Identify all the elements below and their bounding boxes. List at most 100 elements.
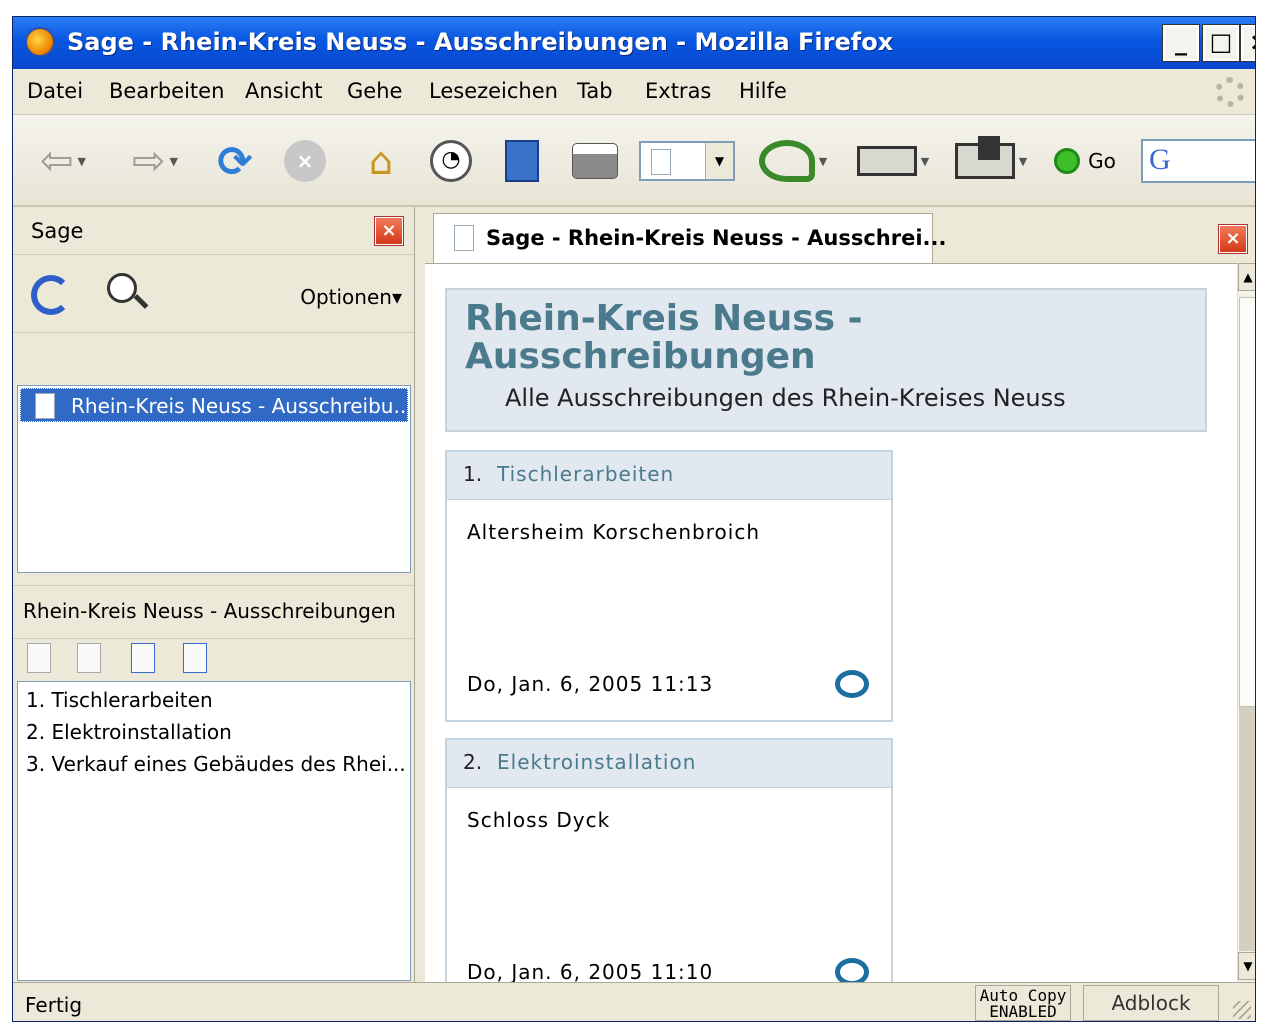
menu-bearbeiten[interactable]: Bearbeiten [109, 79, 224, 103]
scrollbar-thumb[interactable] [1239, 297, 1255, 707]
comment-icon[interactable] [835, 958, 869, 982]
save-button[interactable]: ▼ [951, 135, 1031, 187]
google-search-box[interactable]: G [1141, 135, 1255, 187]
bookmarks-button[interactable] [497, 135, 547, 187]
refresh-feeds-icon[interactable] [31, 275, 71, 315]
sync-button[interactable]: ▼ [753, 135, 833, 187]
menu-gehe[interactable]: Gehe [347, 79, 402, 103]
item-date: Do, Jan. 6, 2005 11:10 [467, 960, 714, 982]
feed-list[interactable]: Rhein-Kreis Neuss - Ausschreibu... [17, 385, 411, 573]
reload-button[interactable]: ⟳ [209, 135, 261, 187]
throbber-icon [1215, 77, 1245, 107]
close-window-button[interactable]: × [1240, 24, 1255, 62]
feed-item-selected[interactable]: Rhein-Kreis Neuss - Ausschreibu... [20, 388, 408, 422]
feed-title-bar: Rhein-Kreis Neuss - Ausschreibungen [13, 585, 414, 639]
tab-label: Sage - Rhein-Kreis Neuss - Ausschrei... [486, 226, 947, 250]
stop-icon: × [284, 140, 326, 182]
scroll-down-button[interactable]: ▼ [1238, 952, 1255, 980]
mark-read-icon[interactable] [27, 643, 51, 673]
sage-sidebar: Sage × Optionen▾ Rhein-Kreis Neuss - Aus… [13, 207, 415, 982]
search-icon[interactable] [107, 273, 137, 303]
scrollbar-track[interactable] [1239, 707, 1255, 951]
browser-window: Sage - Rhein-Kreis Neuss - Ausschreibung… [12, 16, 1256, 1022]
page-icon [651, 149, 671, 175]
forward-button[interactable]: ⇨ ▼ [115, 135, 195, 187]
feed-heading: Rhein-Kreis Neuss - Ausschreibungen [465, 300, 863, 376]
reload-icon: ⟳ [217, 136, 253, 186]
chevron-down-icon: ▼ [705, 143, 733, 179]
card-header: 1. Tischlerarbeiten [447, 452, 891, 500]
feed-header: Rhein-Kreis Neuss - Ausschreibungen Alle… [445, 288, 1207, 432]
close-sidebar-button[interactable]: × [374, 216, 404, 246]
go-button[interactable]: Go [1047, 135, 1123, 187]
scroll-up-button[interactable]: ▲ [1238, 263, 1255, 291]
status-text: Fertig [25, 993, 83, 1017]
sync-arrow-icon [758, 140, 815, 182]
back-arrow-icon: ⇦ [40, 138, 74, 184]
options-menu[interactable]: Optionen▾ [300, 285, 402, 309]
vertical-scrollbar[interactable]: ▲ ▼ [1237, 263, 1255, 982]
google-icon: G [1149, 143, 1171, 176]
resize-grip-icon[interactable] [1233, 1001, 1251, 1019]
print-button[interactable] [569, 135, 621, 187]
card-header: 2. Elektroinstallation [447, 740, 891, 788]
feed-icon [35, 393, 55, 419]
back-button[interactable]: ⇦ ▼ [23, 135, 103, 187]
content-area: Sage - Rhein-Kreis Neuss - Ausschrei... … [425, 207, 1255, 982]
feed-items-list[interactable]: 1. Tischlerarbeiten 2. Elektroinstallati… [17, 681, 411, 981]
menu-datei[interactable]: Datei [27, 79, 83, 103]
menu-ansicht[interactable]: Ansicht [245, 79, 323, 103]
list-icon[interactable] [183, 643, 207, 673]
menu-hilfe[interactable]: Hilfe [739, 79, 787, 103]
list-item[interactable]: 2. Elektroinstallation [26, 720, 232, 744]
list-item[interactable]: 3. Verkauf eines Gebäudes des Rhei... [26, 752, 406, 776]
feed-item-card: 1. Tischlerarbeiten Altersheim Korschenb… [445, 450, 893, 722]
item-title-link[interactable]: Tischlerarbeiten [497, 462, 674, 486]
tab-sage[interactable]: Sage - Rhein-Kreis Neuss - Ausschrei... [433, 213, 946, 263]
menu-tab[interactable]: Tab [577, 79, 613, 103]
menu-extras[interactable]: Extras [645, 79, 711, 103]
item-toolbar [13, 639, 414, 679]
feed-heading-line-1: Rhein-Kreis Neuss - [465, 298, 863, 339]
page-style-select[interactable]: ▼ [639, 135, 735, 187]
home-icon: ⌂ [368, 139, 394, 183]
go-label: Go [1088, 149, 1116, 173]
list-item[interactable]: 1. Tischlerarbeiten [26, 688, 213, 712]
navigation-toolbar: ⇦ ▼ ⇨ ▼ ⟳ × ⌂ ◔ ▼ ▼ ▼ ▼ Go G [13, 115, 1255, 207]
checklist-icon[interactable] [131, 643, 155, 673]
title-bar[interactable]: Sage - Rhein-Kreis Neuss - Ausschreibung… [13, 17, 1255, 69]
printer-icon [572, 143, 618, 179]
sidebar-header: Sage × [13, 207, 414, 255]
forward-arrow-icon: ⇨ [132, 138, 166, 184]
history-button[interactable]: ◔ [425, 135, 477, 187]
window-title: Sage - Rhein-Kreis Neuss - Ausschreibung… [67, 28, 894, 56]
status-bar: Fertig Auto Copy ENABLED Adblock [13, 982, 1255, 1021]
feed-title: Rhein-Kreis Neuss - Ausschreibungen [23, 599, 396, 623]
stop-button[interactable]: × [279, 135, 331, 187]
clock-icon: ◔ [430, 140, 472, 182]
tabs-icon [856, 146, 917, 176]
close-tab-button[interactable]: × [1218, 224, 1248, 254]
item-title-link[interactable]: Elektroinstallation [497, 750, 696, 774]
item-number: 1. [463, 462, 483, 486]
minimize-button[interactable]: _ [1162, 24, 1200, 62]
feed-heading-line-2: Ausschreibungen [465, 336, 816, 377]
mark-unread-icon[interactable] [77, 643, 101, 673]
feed-item-label: Rhein-Kreis Neuss - Ausschreibu... [71, 394, 408, 418]
item-description: Altersheim Korschenbroich [467, 520, 760, 544]
feed-subtitle: Alle Ausschreibungen des Rhein-Kreises N… [505, 384, 1066, 412]
go-arrow-icon [1054, 148, 1081, 174]
menu-bar: Datei Bearbeiten Ansicht Gehe Lesezeiche… [13, 69, 1255, 115]
home-button[interactable]: ⌂ [353, 135, 409, 187]
adblock-button[interactable]: Adblock [1083, 985, 1219, 1021]
tabs-button[interactable]: ▼ [853, 135, 933, 187]
item-number: 2. [463, 750, 483, 774]
sidebar-title: Sage [31, 219, 84, 243]
comment-icon[interactable] [835, 670, 869, 698]
auto-copy-state: ENABLED [989, 1002, 1057, 1021]
item-description: Schloss Dyck [467, 808, 611, 832]
auto-copy-indicator[interactable]: Auto Copy ENABLED [975, 985, 1071, 1021]
feed-page: Rhein-Kreis Neuss - Ausschreibungen Alle… [425, 263, 1237, 982]
menu-lesezeichen[interactable]: Lesezeichen [429, 79, 558, 103]
maximize-button[interactable]: □ [1202, 24, 1240, 62]
